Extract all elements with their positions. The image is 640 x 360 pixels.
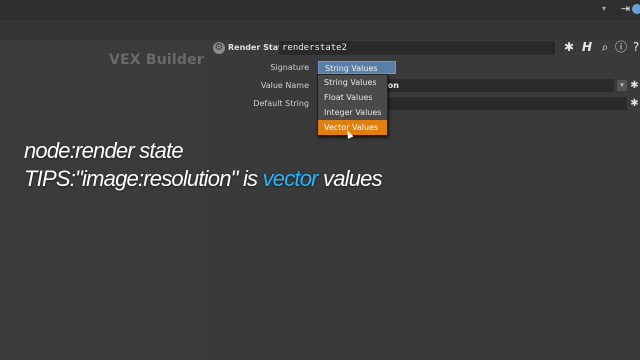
pin-icon[interactable]: ⇥ <box>621 2 630 15</box>
caption-tip-suffix: values <box>317 166 383 191</box>
status-indicator-icon[interactable] <box>632 4 640 14</box>
caption-line-2: TIPS:"image:resolution" is vector values <box>24 166 383 192</box>
default-string-input[interactable] <box>382 97 627 110</box>
help-icon[interactable]: ? <box>629 40 640 54</box>
caption-tip-text: TIPS:"image:resolution" is <box>24 166 263 191</box>
gear-icon[interactable]: ✱ <box>562 40 576 54</box>
network-type-label: VEX Builder <box>109 52 204 68</box>
menu-item-string-values[interactable]: String Values <box>318 75 387 90</box>
menu-item-integer-values[interactable]: Integer Values <box>318 105 387 120</box>
signature-label: Signature <box>270 63 309 72</box>
info-icon[interactable]: ⓘ <box>614 40 628 54</box>
title-bar: ▾ ⇥ <box>0 0 640 21</box>
value-name-input[interactable]: ion <box>382 79 614 92</box>
chevron-down-icon[interactable]: ▾ <box>602 4 612 16</box>
default-string-label: Default String <box>253 99 309 108</box>
node-name-input[interactable]: renderstate2 <box>279 41 555 55</box>
gear-icon[interactable]: ✱ <box>629 80 640 91</box>
signature-menu-button[interactable]: String Values <box>318 61 396 74</box>
caption-highlight: vector <box>262 166 319 191</box>
pane-toolbar: ✕ ╘ ≡ ▦ ⊞ ▰ ▣ ◆ ⌕ <box>0 20 640 56</box>
menu-item-vector-values[interactable]: Vector Values <box>318 120 387 135</box>
help-h-icon[interactable]: H <box>580 40 594 54</box>
value-name-label: Value Name <box>260 81 309 90</box>
chevron-down-icon[interactable]: ▾ <box>617 80 627 91</box>
gear-icon[interactable]: ✱ <box>629 98 640 109</box>
menu-item-float-values[interactable]: Float Values <box>318 90 387 105</box>
network-pane[interactable] <box>0 40 207 360</box>
caption-line-1: node:render state <box>24 138 184 163</box>
signature-dropdown-menu: String Values Float Values Integer Value… <box>317 74 388 136</box>
node-gear-icon[interactable]: ⚙ <box>213 42 225 54</box>
search-icon[interactable]: ⌕ <box>598 40 612 54</box>
